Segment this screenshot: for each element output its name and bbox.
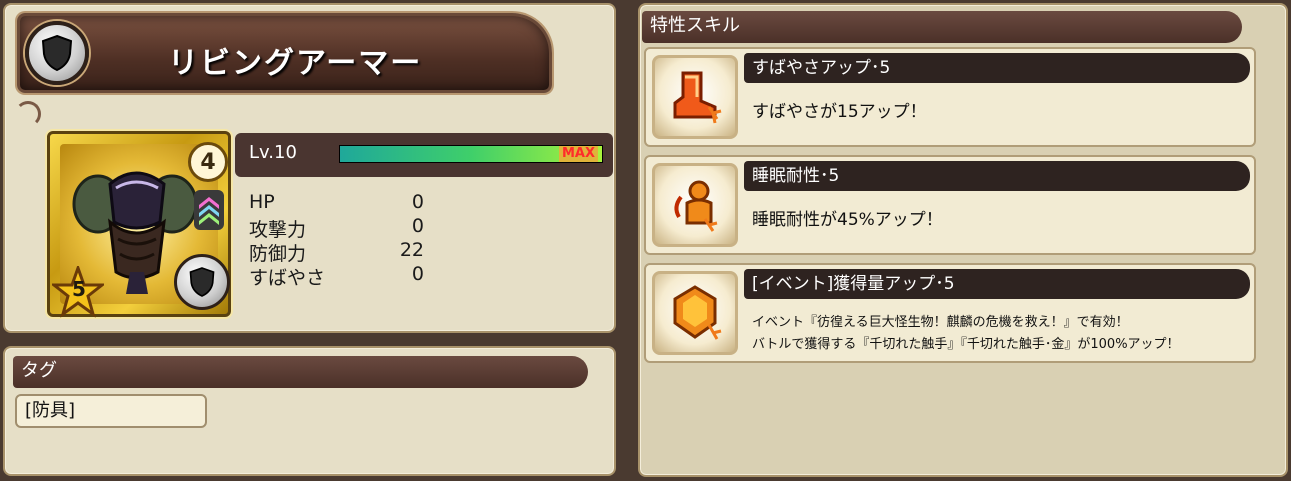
skill-name: [イベント]獲得量アップ･5 (744, 269, 1250, 299)
skill-card-sleep-resist[interactable]: 睡眠耐性･5 睡眠耐性が45%アップ！ (644, 155, 1256, 255)
tag-item[interactable]: [防具] (15, 394, 207, 428)
skill-icon-frame (652, 163, 738, 247)
skills-header: 特性スキル (642, 11, 1242, 43)
boot-icon (673, 71, 722, 124)
tag-panel: タグ [防具] (3, 346, 616, 476)
stat-value: 0 (411, 263, 424, 285)
stat-row-defense: 防御力 22 (249, 239, 449, 265)
stat-value: 0 (411, 215, 424, 237)
stat-row-attack: 攻撃力 0 (249, 215, 449, 241)
shield-icon (41, 34, 73, 72)
scroll-ornament (15, 101, 41, 127)
star-count: 5 (72, 277, 86, 301)
name-banner: リビングアーマー (17, 13, 552, 93)
skill-desc: すばやさが15アップ！ (752, 102, 927, 122)
stat-row-hp: HP 0 (249, 191, 449, 215)
level-label: Lv.10 (249, 142, 297, 163)
stat-row-speed: すばやさ 0 (249, 263, 449, 289)
stat-value: 22 (399, 239, 424, 261)
max-label: MAX (558, 146, 598, 162)
card-armor-emblem (174, 254, 230, 310)
stat-name: 攻撃力 (249, 219, 307, 241)
gem-icon (673, 285, 722, 340)
character-card[interactable]: 4 5 (47, 131, 231, 318)
character-panel: リビングアーマー 4 5 Lv.10 MAX HP 0 攻撃力 0 防御力 22… (3, 3, 616, 333)
skill-desc-line2: バトルで獲得する『千切れた触手』『千切れた触手･金』が100%アップ！ (752, 337, 1180, 352)
skill-card-event-bonus[interactable]: [イベント]獲得量アップ･5 イベント『彷徨える巨大怪生物！麒麟の危機を救え！』… (644, 263, 1256, 363)
rank-badge: 4 (188, 142, 228, 182)
skill-desc: 睡眠耐性が45%アップ！ (752, 210, 943, 230)
skill-name: すばやさアップ･5 (744, 53, 1250, 83)
stat-name: HP (249, 191, 275, 213)
sleep-resist-icon (674, 180, 718, 232)
stat-value: 0 (411, 191, 424, 213)
shield-icon (189, 267, 215, 297)
skills-panel: 特性スキル すばやさアップ･5 すばやさが15アップ！ 睡眠耐性･5 睡眠耐性が… (638, 3, 1288, 477)
character-name: リビングアーマー (168, 46, 423, 81)
skill-desc-line1: イベント『彷徨える巨大怪生物！麒麟の危機を救え！』で有効！ (752, 315, 1129, 330)
exp-bar: MAX (339, 145, 603, 163)
rank-up-chevrons-icon (194, 190, 224, 230)
level-row: Lv.10 MAX (235, 133, 613, 177)
stat-name: 防御力 (249, 243, 307, 265)
tag-header: タグ (13, 356, 588, 388)
skill-card-speed[interactable]: すばやさアップ･5 すばやさが15アップ！ (644, 47, 1256, 147)
skill-icon-frame (652, 55, 738, 139)
stats-list: HP 0 攻撃力 0 防御力 22 すばやさ 0 (249, 191, 449, 289)
skill-name: 睡眠耐性･5 (744, 161, 1250, 191)
stat-name: すばやさ (249, 267, 326, 289)
armor-type-emblem (25, 21, 89, 85)
skill-icon-frame (652, 271, 738, 355)
